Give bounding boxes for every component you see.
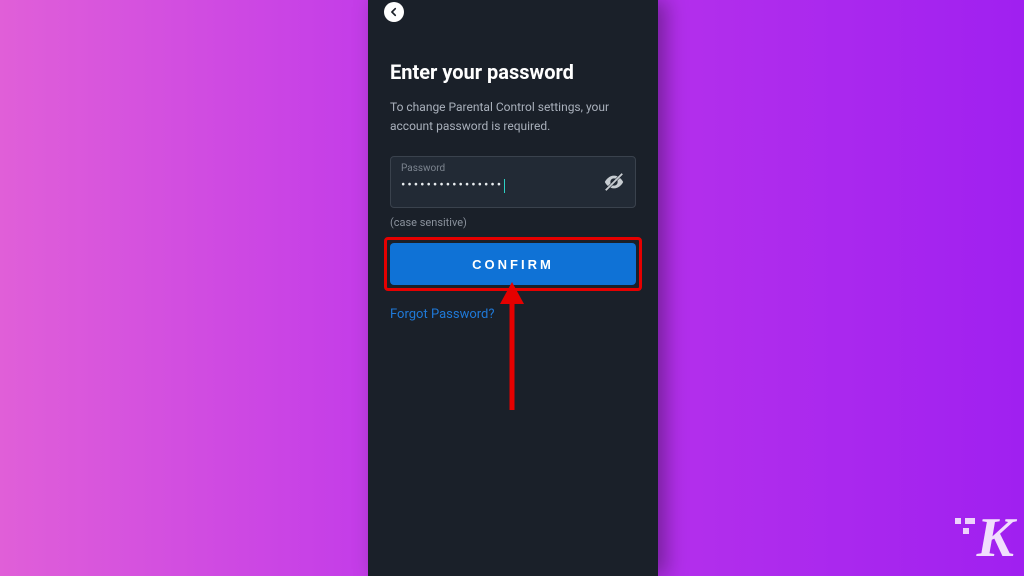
password-label: Password bbox=[401, 163, 625, 174]
confirm-button[interactable]: CONFIRM bbox=[390, 243, 636, 285]
eye-off-icon bbox=[603, 171, 625, 193]
password-hint: (case sensitive) bbox=[390, 216, 636, 229]
page-title: Enter your password bbox=[390, 60, 636, 84]
password-masked-value: •••••••••••••••• bbox=[401, 178, 625, 193]
password-input[interactable]: Password •••••••••••••••• bbox=[390, 156, 636, 208]
page-subtitle: To change Parental Control settings, you… bbox=[390, 98, 636, 136]
chevron-left-icon bbox=[389, 7, 399, 17]
watermark-logo: K bbox=[977, 506, 1012, 570]
forgot-password-link[interactable]: Forgot Password? bbox=[390, 307, 495, 322]
phone-screen: Enter your password To change Parental C… bbox=[368, 0, 658, 576]
toggle-password-visibility[interactable] bbox=[603, 171, 625, 193]
back-button[interactable] bbox=[384, 2, 404, 22]
text-caret bbox=[504, 179, 505, 193]
confirm-button-wrapper: CONFIRM bbox=[390, 243, 636, 285]
